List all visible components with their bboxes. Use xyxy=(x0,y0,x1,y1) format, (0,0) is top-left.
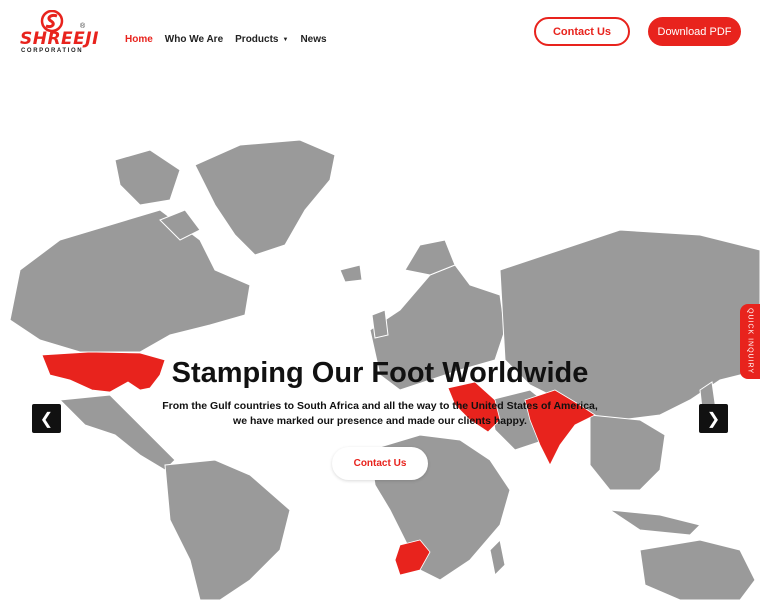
slider-prev-button[interactable]: ❮ xyxy=(32,404,61,433)
logo-wordmark: SHREEJI xyxy=(20,29,99,49)
caret-down-icon: ▼ xyxy=(282,36,289,43)
nav-item-news[interactable]: News xyxy=(300,34,326,45)
nav-item-products[interactable]: Products ▼ xyxy=(235,34,288,45)
main-nav: Home Who We Are Products ▼ News xyxy=(125,34,327,45)
chevron-left-icon: ❮ xyxy=(39,410,54,428)
hero-title: Stamping Our Foot Worldwide xyxy=(171,357,589,389)
map-arctic-islands xyxy=(114,149,181,206)
logo-subtitle: CORPORATION xyxy=(21,48,84,54)
quick-inquiry-tab[interactable]: QUICK INQUIRY xyxy=(740,304,760,379)
company-logo[interactable]: ® SHREEJI CORPORATION xyxy=(20,10,98,54)
nav-item-products-label: Products xyxy=(235,34,279,45)
site-header: ® SHREEJI CORPORATION Home Who We Are Pr… xyxy=(0,0,760,70)
download-pdf-button[interactable]: Download PDF xyxy=(648,17,741,46)
map-canada xyxy=(9,209,251,353)
map-australia xyxy=(639,539,756,600)
hero-description-line-1: From the Gulf countries to South Africa … xyxy=(162,400,598,412)
hero-description-line-2: we have marked our presence and made our… xyxy=(233,415,527,427)
world-map xyxy=(0,70,760,600)
quick-inquiry-label: QUICK INQUIRY xyxy=(746,308,754,375)
hero-description: From the Gulf countries to South Africa … xyxy=(0,399,760,429)
slider-next-button[interactable]: ❯ xyxy=(699,404,728,433)
nav-item-home[interactable]: Home xyxy=(125,34,153,45)
chevron-right-icon: ❯ xyxy=(706,410,721,428)
map-greenland xyxy=(194,139,336,256)
contact-us-button[interactable]: Contact Us xyxy=(534,17,630,46)
map-asia xyxy=(499,229,760,421)
map-south-america xyxy=(164,459,291,600)
nav-item-who-we-are[interactable]: Who We Are xyxy=(165,34,223,45)
hero-contact-us-button[interactable]: Contact Us xyxy=(332,447,428,480)
world-map-graphic xyxy=(9,139,760,600)
